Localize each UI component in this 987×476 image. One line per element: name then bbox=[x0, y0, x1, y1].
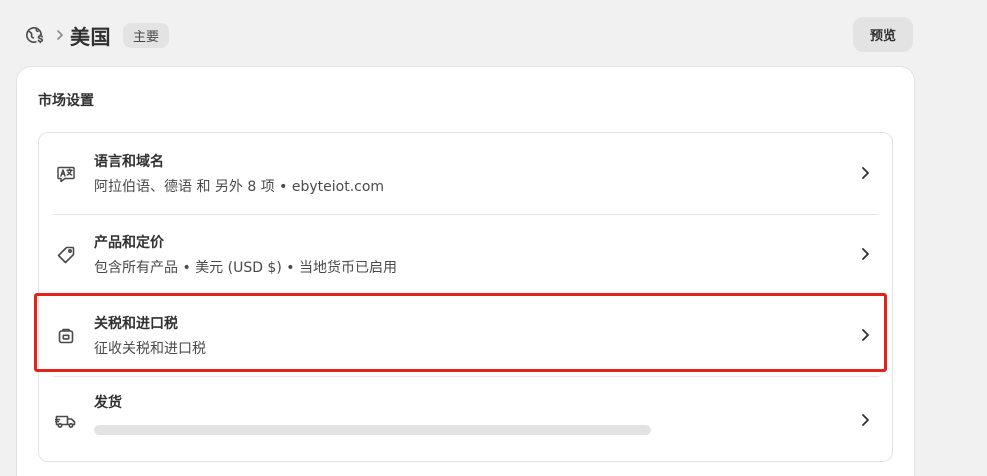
chevron-right-icon bbox=[857, 245, 873, 263]
row-subtitle: 征收关税和进口税 bbox=[94, 341, 206, 357]
language-domain-row[interactable]: 语言和域名 阿拉伯语、德语 和 另外 8 项 • ebyteiot.com bbox=[39, 133, 892, 214]
card-title: 市场设置 bbox=[38, 93, 94, 109]
row-divider bbox=[53, 376, 879, 377]
settings-list: 语言和域名 阿拉伯语、德语 和 另外 8 项 • ebyteiot.com 产品… bbox=[38, 132, 893, 462]
loading-skeleton bbox=[94, 425, 651, 435]
primary-badge: 主要 bbox=[123, 22, 170, 48]
breadcrumb-chevron-icon bbox=[56, 29, 64, 41]
duties-import-taxes-row[interactable]: 关税和进口税 征收关税和进口税 bbox=[39, 295, 892, 376]
row-title: 发货 bbox=[94, 395, 122, 411]
row-subtitle: 阿拉伯语、德语 和 另外 8 项 • ebyteiot.com bbox=[94, 179, 385, 195]
truck-icon bbox=[55, 409, 77, 431]
row-title: 语言和域名 bbox=[94, 154, 164, 170]
language-icon bbox=[55, 163, 77, 185]
row-title: 关税和进口税 bbox=[94, 316, 178, 332]
preview-button[interactable]: 预览 bbox=[853, 17, 913, 52]
market-settings-card: 市场设置 语言和域名 阿拉伯语、德语 和 另外 8 项 • ebyteiot.c… bbox=[17, 67, 914, 476]
row-subtitle: 包含所有产品 • 美元 (USD $) • 当地货币已启用 bbox=[94, 260, 397, 276]
shipping-row[interactable]: 发货 bbox=[39, 378, 892, 462]
tag-icon bbox=[55, 244, 77, 266]
page-title: 美国 bbox=[70, 24, 111, 49]
chevron-right-icon bbox=[857, 411, 873, 429]
duties-icon bbox=[55, 325, 77, 347]
chevron-right-icon bbox=[857, 326, 873, 344]
row-title: 产品和定价 bbox=[94, 235, 164, 251]
page-header: 美国 主要 bbox=[24, 18, 913, 52]
products-pricing-row[interactable]: 产品和定价 包含所有产品 • 美元 (USD $) • 当地货币已启用 bbox=[39, 214, 892, 295]
chevron-right-icon bbox=[857, 164, 873, 182]
markets-globe-icon[interactable] bbox=[24, 24, 46, 46]
